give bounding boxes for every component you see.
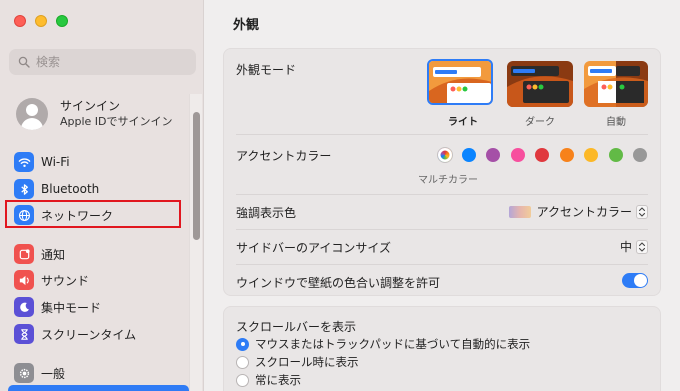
sidebar-item-label: スクリーンタイム — [41, 327, 137, 342]
sidebar-item-label: 集中モード — [41, 300, 102, 315]
divider — [236, 264, 648, 265]
divider — [236, 194, 648, 195]
radio-button[interactable] — [236, 355, 249, 369]
zoom-window-button[interactable] — [56, 15, 68, 27]
scrollbar-auto-radio[interactable]: マウスまたはトラックパッドに基づいて自動的に表示 — [236, 336, 530, 352]
account-title: サインイン — [60, 99, 121, 113]
wallpaper-tinting-toggle[interactable] — [622, 273, 648, 288]
apple-account-signin[interactable]: サインイン Apple IDでサインイン — [16, 98, 173, 130]
sidebar-item-notifications[interactable]: 通知 — [14, 242, 184, 266]
page-title: 外観 — [233, 18, 260, 33]
radio-label: 常に表示 — [255, 373, 301, 387]
scrollbar-always-radio[interactable]: 常に表示 — [236, 372, 301, 388]
highlight-color-value: アクセントカラー — [536, 205, 632, 219]
light-mode-preview — [429, 61, 491, 103]
sidebar-icon-size-value: 中 — [619, 240, 632, 254]
sidebar-item-label: サウンド — [41, 273, 90, 288]
auto-mode-preview — [584, 61, 648, 107]
search-icon — [18, 56, 30, 68]
divider — [236, 229, 648, 230]
main-content: 外観 外観モード ライト ダーク 自動 アクセントカラー マルチカラー 強調表示… — [205, 0, 680, 391]
hourglass-icon — [14, 324, 34, 344]
highlight-color-chip — [508, 205, 531, 218]
dark-mode-preview — [507, 61, 573, 107]
appearance-light-option[interactable] — [427, 59, 493, 105]
appearance-mode-label: 外観モード — [236, 63, 297, 77]
appearance-settings-card: 外観モード ライト ダーク 自動 アクセントカラー マルチカラー 強調表示色 ア… — [223, 48, 661, 296]
close-window-button[interactable] — [14, 15, 26, 27]
radio-label: スクロール時に表示 — [255, 355, 359, 369]
sidebar-item-general[interactable]: 一般 — [14, 361, 184, 385]
sidebar-item-label: ネットワーク — [41, 208, 114, 223]
accent-color-label: アクセントカラー — [236, 149, 332, 163]
accent-purple-swatch[interactable] — [486, 148, 500, 162]
highlight-color-label: 強調表示色 — [236, 206, 297, 220]
scrollbar-when-scrolling-radio[interactable]: スクロール時に表示 — [236, 354, 359, 370]
appearance-dark-option[interactable] — [507, 61, 573, 107]
radio-button-selected[interactable] — [236, 337, 249, 351]
globe-icon — [14, 205, 34, 225]
chevron-updown-icon — [636, 204, 648, 219]
appearance-auto-label: 自動 — [606, 117, 626, 128]
highlight-color-popup[interactable]: アクセントカラー — [508, 203, 648, 220]
chevron-updown-icon — [636, 239, 648, 254]
search-input[interactable] — [36, 55, 186, 69]
accent-green-swatch[interactable] — [609, 148, 623, 162]
accent-red-swatch[interactable] — [535, 148, 549, 162]
wifi-icon — [14, 152, 34, 172]
sidebar-item-sound[interactable]: サウンド — [14, 268, 184, 292]
scrollbars-label: スクロールバーを表示 — [236, 320, 357, 334]
sidebar-item-label: Bluetooth — [41, 182, 100, 196]
sidebar-selection-indicator — [8, 385, 189, 391]
appearance-auto-option[interactable] — [584, 61, 648, 107]
appearance-light-label: ライト — [448, 117, 478, 128]
gear-icon — [14, 363, 34, 383]
accent-multicolor-swatch[interactable] — [438, 148, 452, 162]
moon-icon — [14, 297, 34, 317]
accent-graphite-swatch[interactable] — [633, 148, 647, 162]
minimize-window-button[interactable] — [35, 15, 47, 27]
accent-pink-swatch[interactable] — [511, 148, 525, 162]
sidebar-scrollbar[interactable] — [189, 94, 202, 391]
divider — [236, 134, 648, 135]
sidebar-item-wifi[interactable]: Wi-Fi — [14, 150, 184, 174]
sidebar-item-label: Wi-Fi — [41, 155, 70, 169]
account-subtitle: Apple IDでサインイン — [60, 115, 173, 128]
radio-label: マウスまたはトラックパッドに基づいて自動的に表示 — [255, 337, 531, 351]
sidebar-item-label: 一般 — [41, 366, 66, 381]
radio-button[interactable] — [236, 373, 249, 387]
accent-yellow-swatch[interactable] — [584, 148, 598, 162]
sidebar-item-focus[interactable]: 集中モード — [14, 295, 184, 319]
sidebar-icon-size-label: サイドバーのアイコンサイズ — [236, 241, 392, 255]
sidebar-icon-size-popup[interactable]: 中 — [620, 238, 648, 255]
scrollbar-thumb[interactable] — [193, 112, 200, 240]
accent-color-caption: マルチカラー — [418, 175, 478, 186]
sidebar-item-screen-time[interactable]: スクリーンタイム — [14, 322, 184, 346]
bell-icon — [14, 244, 34, 264]
sidebar: サインイン Apple IDでサインイン Wi-Fi Bluetooth ネット… — [0, 0, 204, 391]
avatar — [16, 98, 48, 130]
accent-blue-swatch[interactable] — [462, 148, 476, 162]
speaker-icon — [14, 270, 34, 290]
scrollbar-settings-card: スクロールバーを表示 マウスまたはトラックパッドに基づいて自動的に表示 スクロー… — [223, 306, 661, 391]
sidebar-item-network[interactable]: ネットワーク — [14, 203, 184, 227]
bluetooth-icon — [14, 179, 34, 199]
sidebar-item-bluetooth[interactable]: Bluetooth — [14, 177, 184, 201]
appearance-dark-label: ダーク — [525, 117, 555, 128]
search-field[interactable] — [9, 49, 196, 75]
sidebar-item-label: 通知 — [41, 247, 66, 262]
accent-orange-swatch[interactable] — [560, 148, 574, 162]
wallpaper-tinting-label: ウインドウで壁紙の色合い調整を許可 — [236, 276, 441, 290]
